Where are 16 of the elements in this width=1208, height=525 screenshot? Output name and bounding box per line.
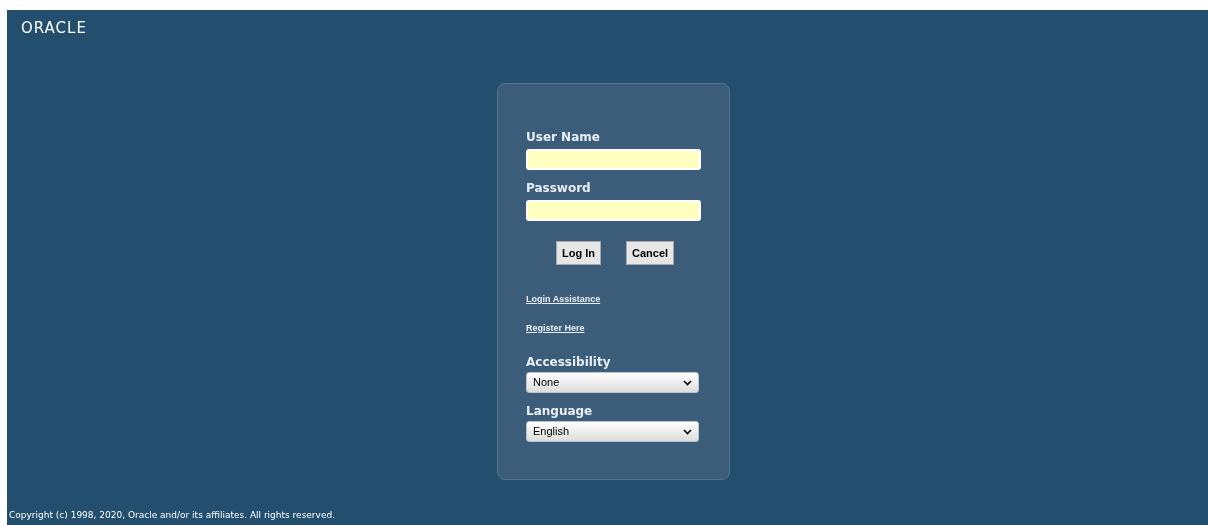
password-field[interactable]	[526, 200, 701, 221]
chevron-down-icon	[683, 379, 692, 386]
form-button[interactable]: Log In	[556, 241, 601, 265]
chevron-down-icon	[683, 428, 692, 435]
form-button[interactable]: Cancel	[626, 241, 675, 265]
dropdown[interactable]: None	[526, 372, 699, 393]
link[interactable]: Login Assistance	[526, 293, 601, 307]
select-label: Accessibility	[526, 355, 612, 370]
link[interactable]: Register Here	[526, 321, 585, 335]
select-label: Language	[526, 404, 594, 419]
logo: ORACLE	[21, 19, 87, 37]
username-field[interactable]	[526, 149, 701, 170]
field-label: User Name	[526, 130, 601, 145]
field-label: Password	[526, 181, 592, 196]
copyright-text: Copyright (c) 1998, 2020, Oracle and/or its affiliates. All rights reserved.	[9, 510, 335, 520]
dropdown[interactable]: English	[526, 421, 699, 442]
